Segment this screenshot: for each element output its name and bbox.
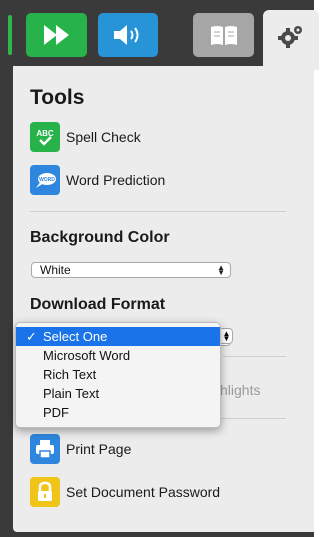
fast-forward-icon (43, 25, 69, 45)
set-password-label: Set Document Password (66, 484, 221, 500)
download-format-dropdown: ✓ Select One Microsoft Word Rich Text Pl… (15, 322, 221, 428)
dropdown-option-select-one[interactable]: ✓ Select One (16, 327, 220, 346)
dropdown-option-pdf[interactable]: PDF (16, 403, 220, 422)
top-toolbar (0, 0, 319, 70)
printer-icon (30, 434, 60, 464)
divider (30, 211, 286, 212)
svg-text:WORD: WORD (39, 177, 55, 183)
tools-panel: Tools ABC Spell Check WORD Word Predicti… (13, 66, 314, 532)
gear-icon (278, 26, 302, 48)
background-color-value: White (40, 263, 71, 277)
speaker-icon (114, 25, 139, 45)
dropdown-option-rich-text[interactable]: Rich Text (16, 365, 220, 384)
spell-check-button[interactable]: ABC Spell Check (30, 122, 141, 152)
word-prediction-button[interactable]: WORD Word Prediction (30, 165, 165, 195)
word-prediction-label: Word Prediction (66, 172, 166, 188)
highlights-label-partial: hlights (220, 382, 261, 398)
spell-check-icon: ABC (30, 122, 60, 152)
download-format-title: Download Format (30, 296, 166, 313)
tools-title: Tools (30, 86, 85, 109)
set-password-button[interactable]: Set Document Password (30, 477, 220, 507)
background-color-title: Background Color (30, 229, 170, 246)
fast-forward-button[interactable] (26, 13, 87, 57)
divider (223, 356, 286, 357)
word-prediction-icon: WORD (30, 165, 60, 195)
dropdown-option-microsoft-word[interactable]: Microsoft Word (16, 346, 220, 365)
download-format-select-arrow[interactable]: ▲ ▼ (221, 328, 233, 344)
book-icon (210, 26, 237, 45)
svg-text:ABC: ABC (36, 129, 54, 138)
left-edge-accent (8, 15, 12, 55)
spell-check-label: Spell Check (66, 129, 141, 145)
print-page-button[interactable]: Print Page (30, 434, 131, 464)
background-color-select[interactable]: White ▲ ▼ (31, 262, 231, 278)
print-page-label: Print Page (66, 441, 132, 457)
dropdown-option-plain-text[interactable]: Plain Text (16, 384, 220, 403)
audio-button[interactable] (98, 13, 158, 57)
book-button[interactable] (193, 13, 254, 57)
settings-tab[interactable] (263, 10, 319, 70)
checkmark-icon: ✓ (26, 329, 37, 344)
lock-icon (30, 477, 60, 507)
select-arrows-icon: ▲▼ (217, 263, 225, 277)
